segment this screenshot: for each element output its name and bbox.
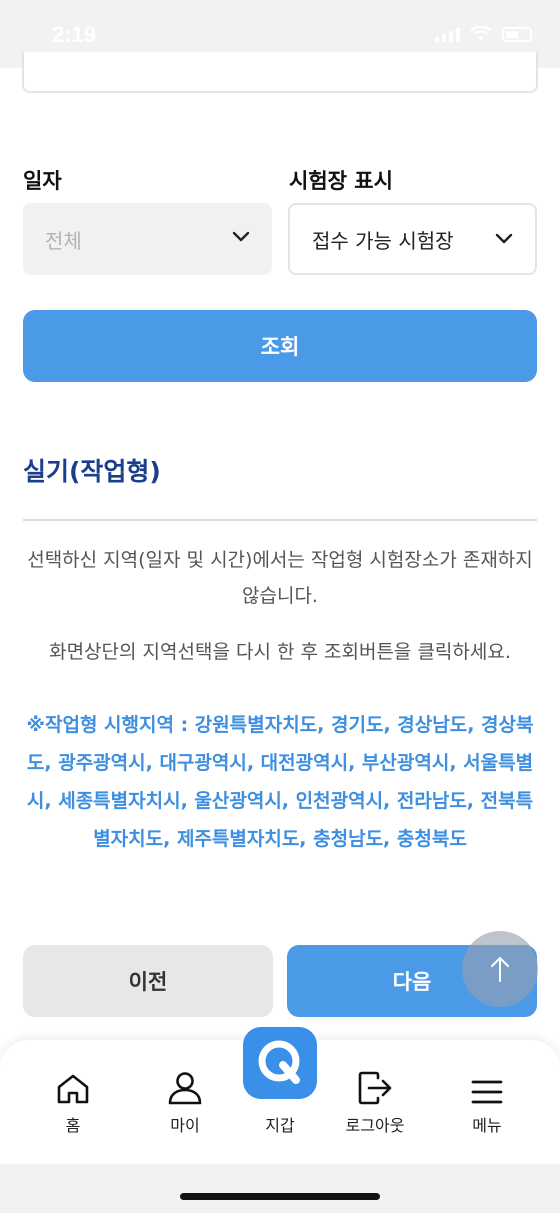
status-time: 2:19	[52, 22, 97, 47]
menu-icon	[471, 1080, 503, 1104]
date-label: 일자	[23, 169, 62, 193]
chevron-down-icon	[495, 233, 513, 244]
instruction-message: 화면상단의 지역선택을 다시 한 후 조회버튼을 클릭하세요.	[49, 641, 511, 663]
status-icons	[435, 26, 532, 42]
home-indicator-area	[0, 1164, 560, 1213]
scroll-to-top-button[interactable]	[462, 931, 538, 1007]
wifi-icon	[470, 26, 492, 41]
site-select[interactable]: 접수 가능 시험장	[288, 203, 537, 275]
region-input[interactable]	[22, 52, 538, 93]
search-button[interactable]: 조회	[23, 310, 537, 382]
logout-icon	[358, 1071, 392, 1105]
nav-home-label: 홈	[65, 1116, 81, 1135]
date-select-value: 전체	[45, 228, 82, 253]
nav-wallet-label: 지갑	[265, 1116, 295, 1135]
home-icon	[57, 1074, 89, 1104]
nav-menu[interactable]: 메뉴	[437, 1062, 537, 1136]
nav-my[interactable]: 마이	[135, 1062, 235, 1136]
wallet-button[interactable]	[243, 1027, 317, 1099]
battery-icon	[502, 27, 532, 42]
regions-notice: ※작업형 시행지역 : 강원특별자치도, 경기도, 경상남도, 경상북도, 광주…	[26, 714, 534, 850]
divider	[23, 519, 537, 521]
site-select-value: 접수 가능 시험장	[312, 228, 454, 253]
nav-home[interactable]: 홈	[23, 1062, 123, 1136]
nav-logout-label: 로그아웃	[345, 1116, 405, 1135]
prev-button[interactable]: 이전	[23, 945, 273, 1017]
nav-my-label: 마이	[170, 1116, 200, 1135]
signal-icon	[435, 28, 460, 42]
user-icon	[168, 1072, 202, 1105]
nav-logout[interactable]: 로그아웃	[325, 1062, 425, 1136]
date-select[interactable]: 전체	[23, 203, 272, 275]
nav-menu-label: 메뉴	[472, 1116, 502, 1135]
section-title: 실기(작업형)	[23, 457, 161, 486]
chevron-down-icon	[232, 231, 250, 242]
wallet-q-icon	[258, 1040, 300, 1084]
home-indicator[interactable]	[180, 1193, 380, 1200]
no-site-message: 선택하신 지역(일자 및 시간)에서는 작업형 시험장소가 존재하지 않습니다.	[27, 549, 533, 607]
site-label: 시험장 표시	[289, 169, 393, 193]
arrow-up-icon	[491, 957, 509, 982]
